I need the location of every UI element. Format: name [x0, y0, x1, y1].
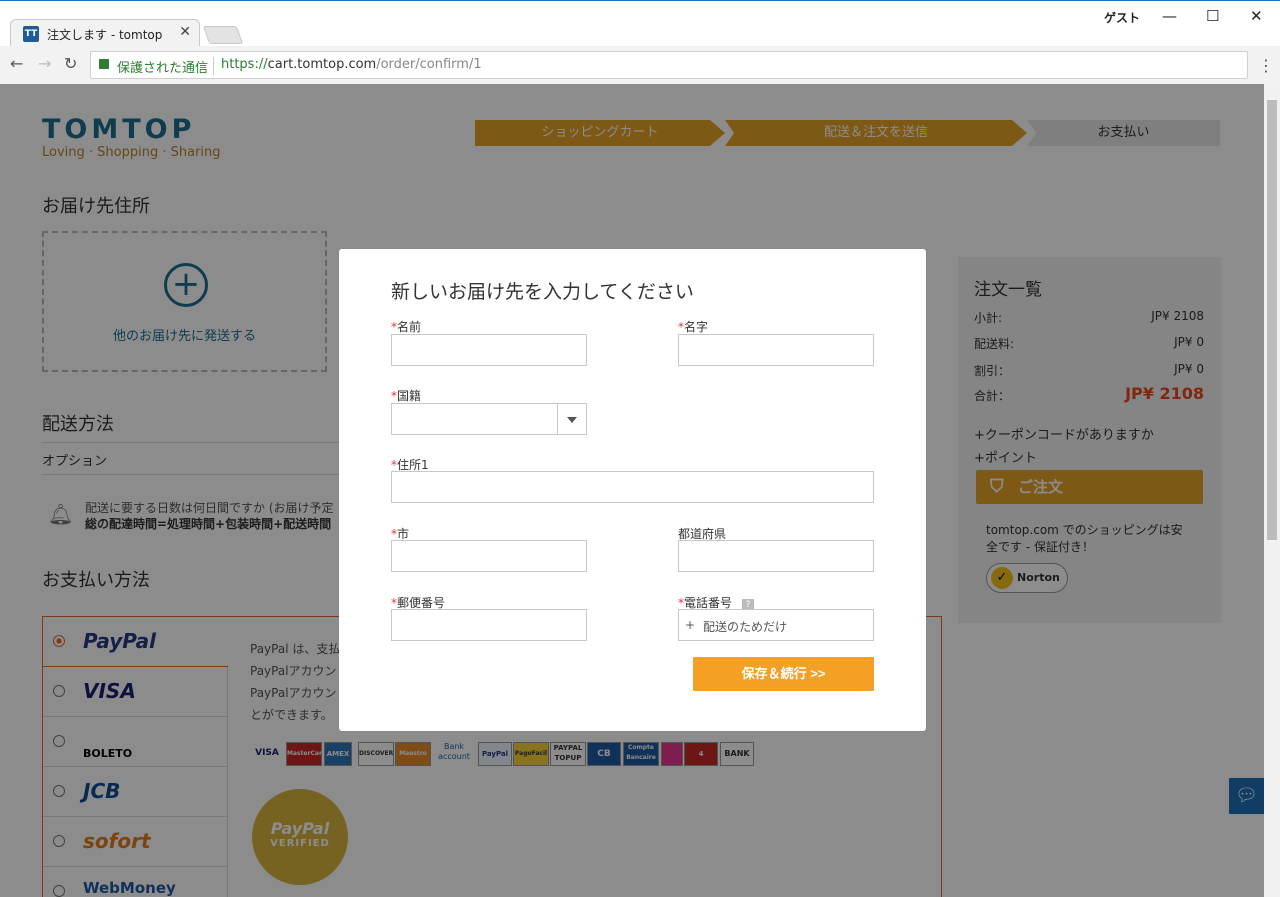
state-input[interactable] [678, 540, 874, 572]
country-select[interactable] [391, 403, 587, 435]
last-name-input[interactable] [678, 334, 874, 366]
last-name-label: *名字 [678, 318, 708, 335]
scrollbar-thumb[interactable] [1267, 100, 1277, 540]
forward-icon[interactable]: → [38, 54, 51, 73]
tomtop-favicon-icon: TT [23, 26, 39, 42]
tab-strip: TT 注文します - tomtop ✕ ゲスト — ☐ ✕ [0, 0, 1280, 47]
first-name-label: *名前 [391, 318, 421, 335]
save-continue-button[interactable]: 保存＆続行 >> [693, 657, 874, 691]
first-name-input[interactable] [391, 334, 587, 366]
country-label: *国籍 [391, 387, 421, 404]
last-name-label-text: 名字 [684, 320, 709, 334]
url-path: /order/confirm/1 [376, 57, 482, 72]
address1-label-text: 住所1 [397, 458, 429, 472]
reload-icon[interactable]: ↻ [64, 54, 77, 73]
modal-title: 新しいお届け先を入力してください [391, 281, 694, 303]
chevron-down-icon[interactable] [557, 404, 586, 434]
phone-input[interactable]: + 配送のためだけ [678, 609, 874, 641]
city-input[interactable] [391, 540, 587, 572]
browser-tab[interactable]: TT 注文します - tomtop ✕ [10, 19, 200, 47]
browser-menu-icon[interactable]: ⋮ [1258, 56, 1274, 75]
address-bar[interactable]: 保護された通信 https://cart.tomtop.com/order/co… [90, 51, 1248, 79]
back-icon[interactable]: ← [10, 54, 23, 73]
tab-title: 注文します - tomtop [47, 28, 163, 42]
browser-toolbar: ← → ↻ 保護された通信 https://cart.tomtop.com/or… [0, 46, 1280, 84]
phone-label-text: 電話番号 [684, 596, 733, 610]
new-tab-button[interactable] [202, 26, 244, 44]
new-address-modal: 新しいお届け先を入力してください *名前 *名字 *国籍 *住所1 *市 都道府… [339, 249, 926, 731]
lock-icon [99, 59, 109, 69]
zip-label-text: 郵便番号 [397, 596, 446, 610]
phone-placeholder: 配送のためだけ [703, 620, 788, 634]
user-profile-label[interactable]: ゲスト [1104, 9, 1140, 26]
url-text: https://cart.tomtop.com/order/confirm/1 [221, 57, 482, 72]
first-name-label-text: 名前 [397, 320, 422, 334]
phone-prefix: + [685, 618, 696, 632]
city-label-text: 市 [397, 527, 410, 541]
maximize-icon[interactable]: ☐ [1206, 7, 1219, 25]
url-scheme: https:// [221, 57, 268, 72]
zip-input[interactable] [391, 609, 587, 641]
minimize-icon[interactable]: — [1162, 7, 1177, 25]
secure-label: 保護された通信 [117, 61, 209, 76]
country-label-text: 国籍 [397, 389, 422, 403]
tab-close-icon[interactable]: ✕ [179, 24, 191, 40]
browser-chrome: TT 注文します - tomtop ✕ ゲスト — ☐ ✕ ← → ↻ 保護され… [0, 0, 1280, 84]
divider [213, 57, 214, 75]
address1-input[interactable] [391, 471, 874, 503]
url-host: cart.tomtop.com [267, 57, 377, 72]
close-window-icon[interactable]: ✕ [1250, 7, 1263, 25]
page-scrollbar[interactable] [1264, 84, 1280, 897]
